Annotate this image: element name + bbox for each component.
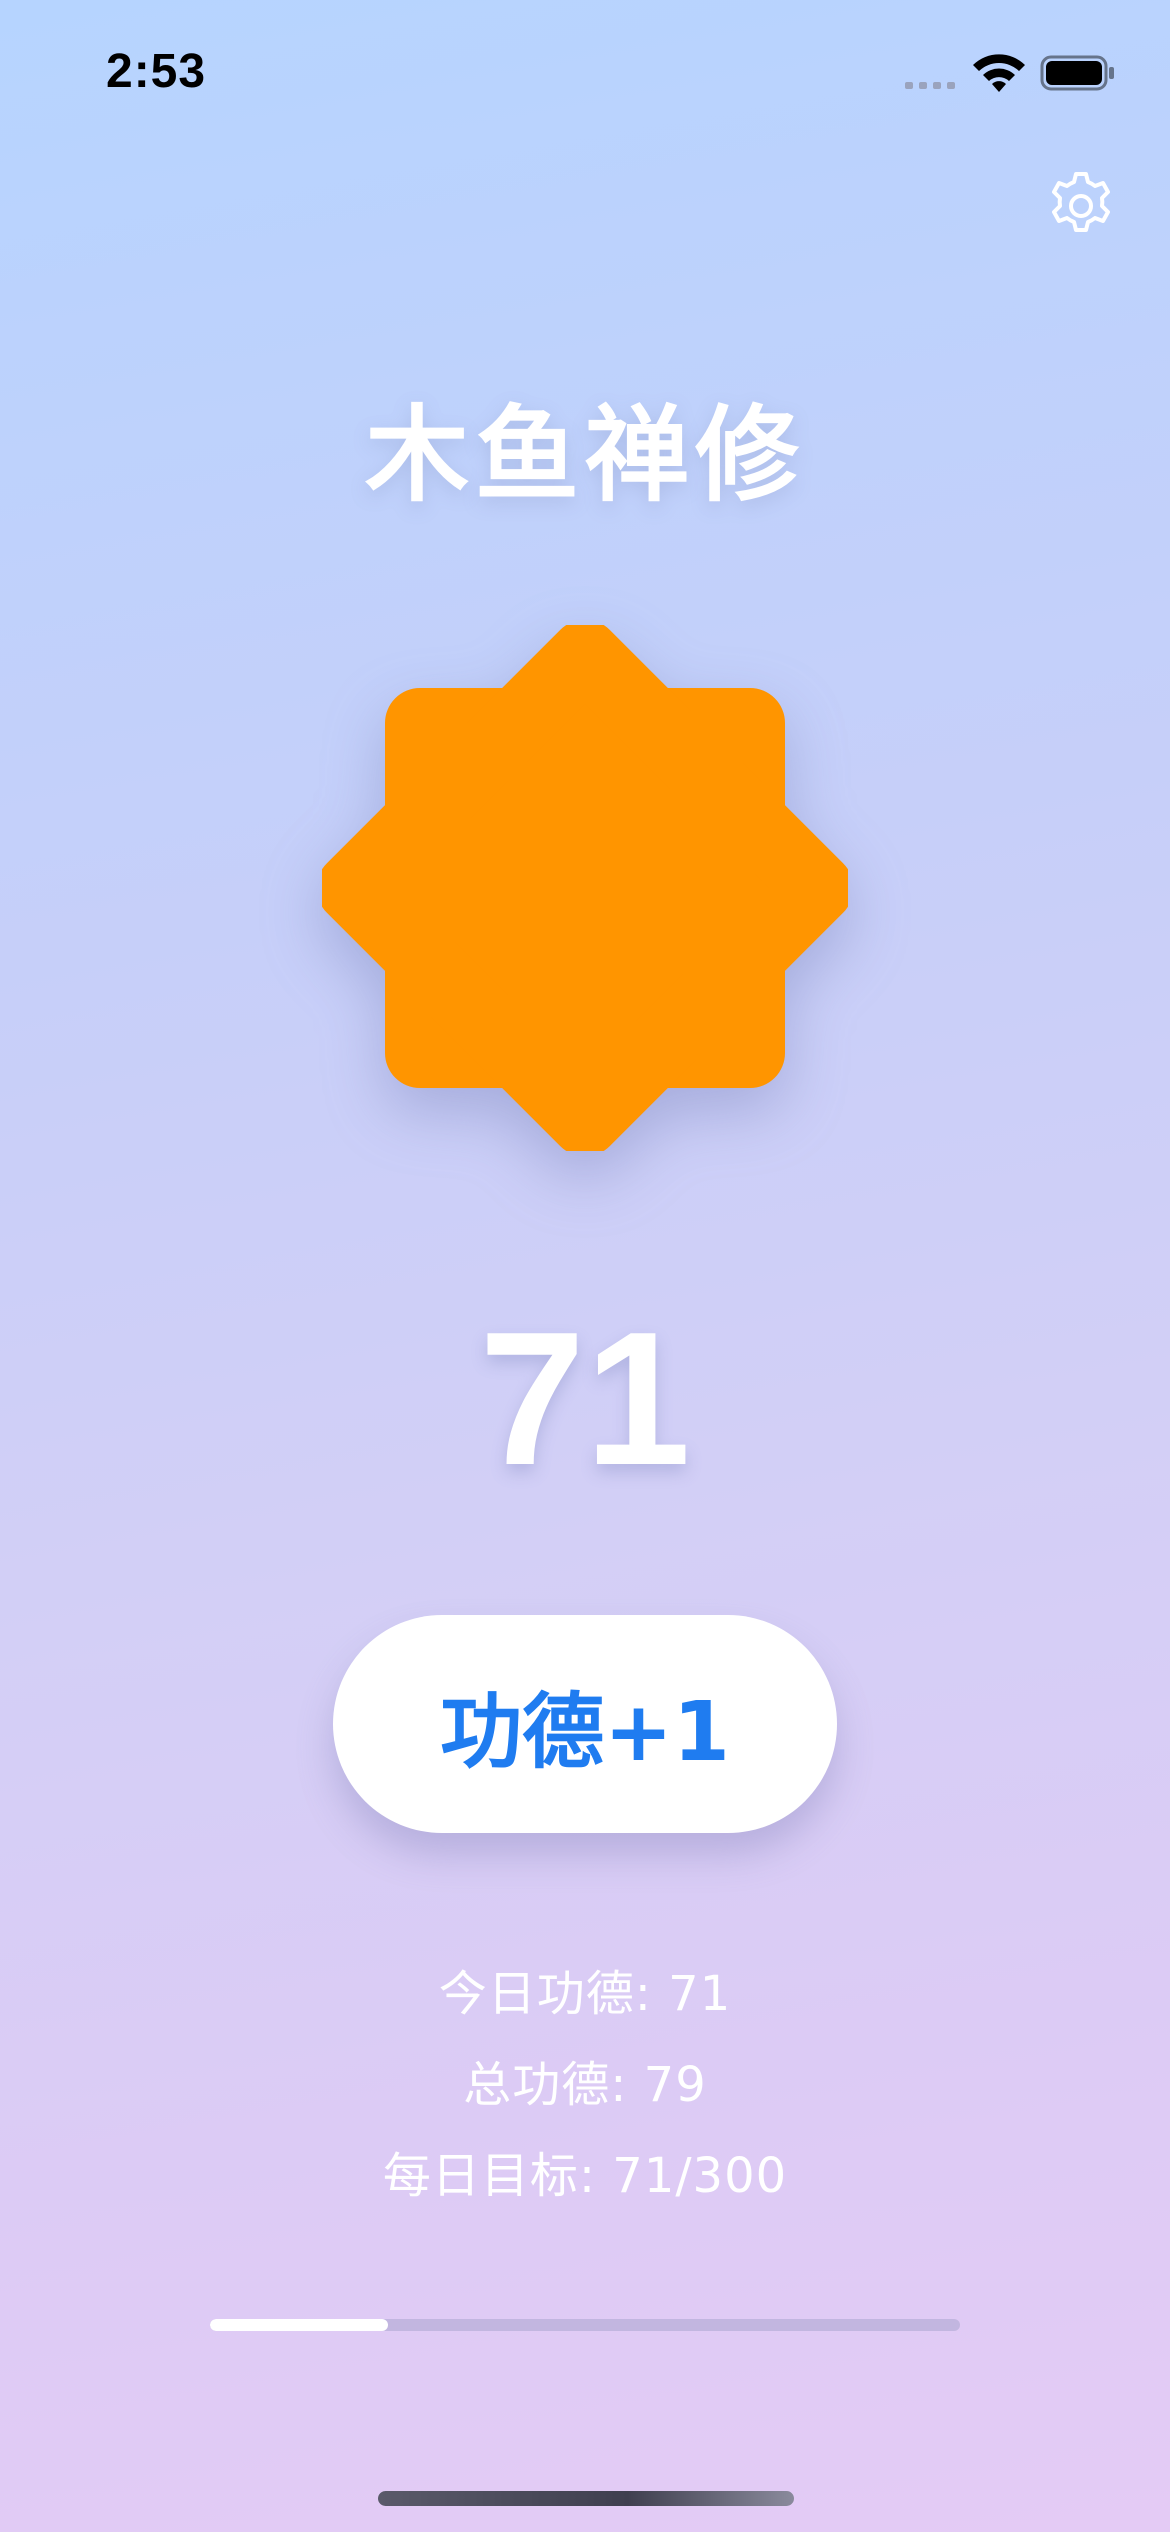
- total-merit-label: 总功德: 79: [463, 2057, 707, 2113]
- battery-icon: [1040, 55, 1114, 91]
- daily-goal-progress-bar: [210, 2319, 960, 2331]
- app-title: 木鱼禅修: [364, 394, 805, 516]
- wifi-icon: [973, 54, 1025, 92]
- daily-goal-label: 每日目标: 71/300: [382, 2148, 788, 2204]
- signal-icon: [905, 82, 955, 89]
- progress-fill: [210, 2319, 388, 2331]
- today-merit-label: 今日功德: 71: [438, 1966, 732, 2022]
- gear-icon[interactable]: [1045, 170, 1117, 242]
- wooden-fish-icon[interactable]: [322, 625, 848, 1151]
- merit-counter: 71: [479, 1293, 691, 1505]
- app-screen: 2:53 木鱼禅修 71 功德+1 今日功德: 71 总功德: 79 每日目标:…: [0, 0, 1170, 2532]
- status-time: 2:53: [106, 45, 207, 98]
- merit-plus-one-button[interactable]: 功德+1: [333, 1615, 837, 1833]
- home-indicator[interactable]: [378, 2491, 794, 2506]
